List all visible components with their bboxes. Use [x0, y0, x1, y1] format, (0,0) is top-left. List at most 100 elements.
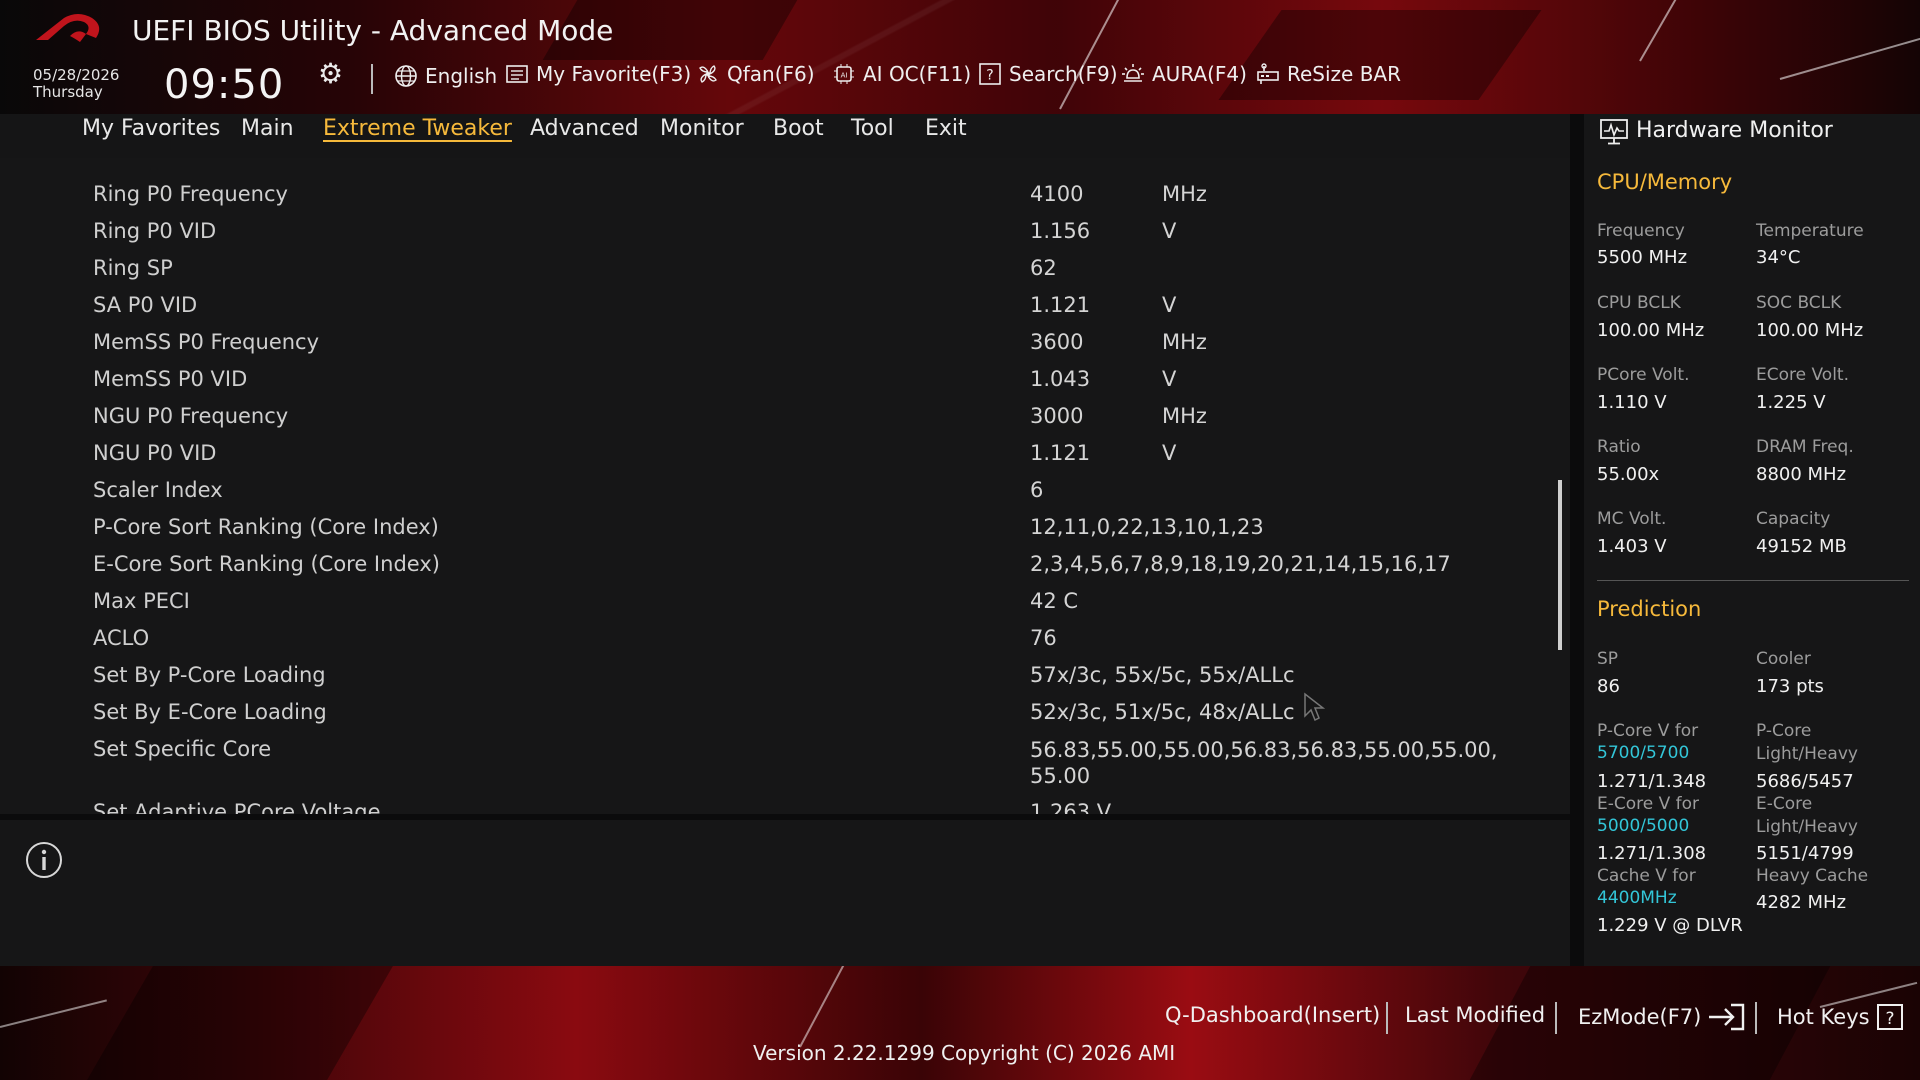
setting-label: MemSS P0 VID [93, 367, 248, 391]
hw-freq-highlight: 5700/5700 [1597, 743, 1690, 763]
setting-value: 3000 [1030, 404, 1084, 428]
setting-value: 6 [1030, 478, 1044, 502]
setting-label: Ring P0 Frequency [93, 182, 288, 206]
ezmode-button[interactable]: EzMode(F7) [1578, 1003, 1747, 1031]
search-label: Search(F9) [1009, 62, 1118, 86]
hw-label: Cooler [1756, 649, 1811, 669]
setting-unit: MHz [1162, 404, 1207, 428]
setting-value: 62 [1030, 256, 1057, 280]
setting-label: Set By P-Core Loading [93, 663, 326, 687]
svg-text:AI: AI [841, 72, 848, 80]
hw-label: CPU BCLK [1597, 293, 1681, 313]
setting-value: 12,11,0,22,13,10,1,23 [1030, 515, 1264, 539]
hw-label: Heavy Cache [1756, 866, 1869, 886]
setting-label: Ring SP [93, 256, 173, 280]
hw-value: 86 [1597, 676, 1620, 697]
prediction-heading: Prediction [1597, 597, 1702, 621]
clock-display[interactable]: 09:50 [164, 62, 284, 108]
help-question-icon: ? [1876, 1004, 1903, 1030]
tab-boot[interactable]: Boot [773, 116, 824, 141]
setting-value: 42 C [1030, 589, 1079, 613]
tab-tool[interactable]: Tool [851, 116, 894, 141]
hw-value: 100.00 MHz [1597, 320, 1705, 341]
aura-light-icon [1122, 64, 1144, 82]
hw-value: 4282 MHz [1756, 892, 1847, 913]
last-modified-label: Last Modified [1405, 1003, 1546, 1027]
setting-value: 1.263 V [1030, 800, 1112, 814]
hw-label: PCore Volt. [1597, 365, 1690, 385]
setting-label: P-Core Sort Ranking (Core Index) [93, 515, 439, 539]
hw-label: P-Core V for [1597, 721, 1699, 741]
hw-value: 55.00x [1597, 464, 1660, 485]
fan-icon [699, 65, 717, 83]
header-streak [1059, 0, 1136, 110]
my-favorite-label: My Favorite(F3) [536, 62, 692, 86]
svg-text:?: ? [1885, 1009, 1894, 1029]
setting-value: 1.121 [1030, 293, 1091, 317]
hw-label: Cache V for [1597, 866, 1696, 886]
hw-value: 5151/4799 [1756, 843, 1854, 864]
tab-monitor[interactable]: Monitor [660, 116, 744, 141]
hw-value: 34°C [1756, 247, 1801, 268]
language-button[interactable]: English [394, 64, 497, 88]
hot-keys-button[interactable]: Hot Keys ? [1777, 1003, 1904, 1031]
footer-divider [1555, 1002, 1557, 1034]
resize-bar-icon [1257, 63, 1279, 84]
last-modified-button[interactable]: Last Modified [1405, 1003, 1545, 1027]
mouse-cursor-icon [1304, 692, 1325, 722]
hw-label: Frequency [1597, 221, 1685, 241]
setting-unit: V [1162, 293, 1177, 317]
hw-value: 49152 MB [1756, 536, 1847, 557]
help-info-panel [0, 820, 1570, 966]
setting-value: 56.83,55.00,55.00,56.83,56.83,55.00,55.0… [1030, 738, 1498, 788]
settings-panel: Ring P0 Frequency 4100 MHz Ring P0 VID 1… [0, 158, 1570, 814]
hw-label: P-Core [1756, 721, 1812, 741]
tab-advanced[interactable]: Advanced [530, 116, 639, 141]
setting-unit: MHz [1162, 330, 1207, 354]
window-title: UEFI BIOS Utility - Advanced Mode [132, 14, 614, 47]
toolbar-divider [371, 64, 373, 94]
setting-unit: V [1162, 441, 1177, 465]
hw-label: SOC BCLK [1756, 293, 1842, 313]
aura-button[interactable]: AURA(F4) [1121, 62, 1247, 86]
hw-value: 100.00 MHz [1756, 320, 1864, 341]
my-favorite-button[interactable]: My Favorite(F3) [505, 62, 691, 86]
tab-exit[interactable]: Exit [925, 116, 967, 141]
setting-value: 1.043 [1030, 367, 1091, 391]
search-button[interactable]: ? Search(F9) [978, 62, 1118, 86]
gear-icon[interactable]: ⚙ [318, 60, 343, 88]
setting-value: 57x/3c, 55x/5c, 55x/ALLc [1030, 663, 1295, 687]
svg-text:?: ? [986, 68, 993, 84]
hw-value: 1.271/1.348 [1597, 771, 1707, 792]
hw-value: 1.110 V [1597, 392, 1667, 413]
tab-my-favorites[interactable]: My Favorites [82, 116, 220, 141]
hw-value: 173 pts [1756, 676, 1824, 697]
setting-unit: V [1162, 367, 1177, 391]
footer-decoration [87, 966, 393, 1080]
hw-value: 5500 MHz [1597, 247, 1688, 268]
date-text: 05/28/2026 [33, 66, 120, 84]
resize-bar-button[interactable]: ReSize BAR [1256, 62, 1401, 86]
setting-value: 3600 [1030, 330, 1084, 354]
tab-main[interactable]: Main [241, 116, 294, 141]
rog-logo-icon [36, 14, 100, 42]
hw-value: 1.229 V @ DLVR [1597, 915, 1743, 936]
setting-label: Set By E-Core Loading [93, 700, 327, 724]
footer-divider [1386, 1002, 1388, 1034]
q-dashboard-button[interactable]: Q-Dashboard(Insert) [1165, 1003, 1380, 1027]
setting-value: 2,3,4,5,6,7,8,9,18,19,20,21,14,15,16,17 [1030, 552, 1451, 576]
settings-scrollbar[interactable] [1558, 480, 1562, 650]
setting-label: Ring P0 VID [93, 219, 217, 243]
info-icon [26, 842, 62, 878]
header-streak [1779, 33, 1920, 80]
globe-icon [395, 65, 417, 87]
hot-keys-label: Hot Keys [1777, 1005, 1870, 1029]
qfan-button[interactable]: Qfan(F6) [696, 62, 815, 86]
tab-extreme-tweaker[interactable]: Extreme Tweaker [323, 116, 512, 141]
hw-value: 1.403 V [1597, 536, 1667, 557]
ai-oc-button[interactable]: AI AI OC(F11) [832, 62, 971, 86]
setting-value: 52x/3c, 51x/5c, 48x/ALLc [1030, 700, 1295, 724]
cpu-memory-heading: CPU/Memory [1597, 170, 1733, 194]
hw-value: 1.271/1.308 [1597, 843, 1707, 864]
q-dashboard-label: Q-Dashboard(Insert) [1165, 1003, 1381, 1027]
